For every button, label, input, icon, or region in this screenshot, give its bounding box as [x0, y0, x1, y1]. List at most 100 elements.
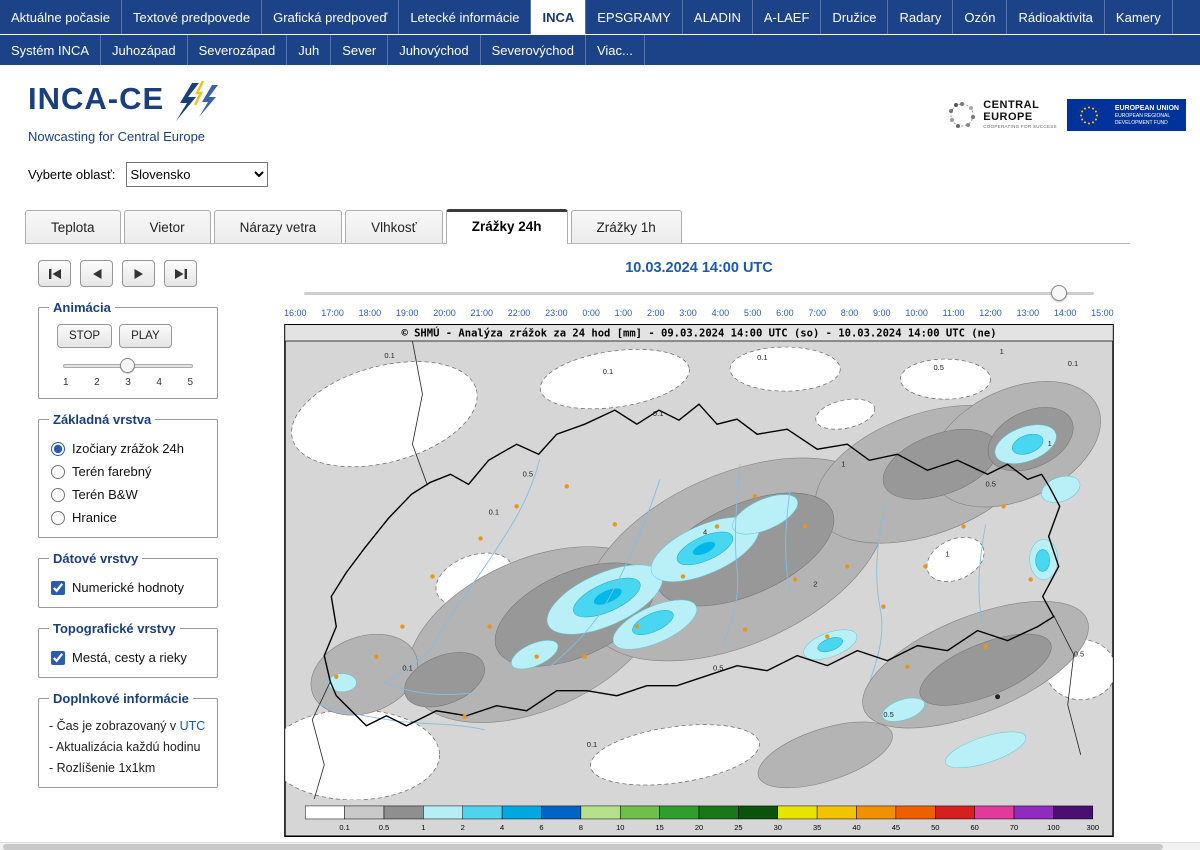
top-nav-letecke-informacie[interactable]: Letecké informácie [399, 0, 531, 34]
sub-nav-severovychod[interactable]: Severovýchod [481, 35, 586, 65]
scale-segment [345, 806, 384, 819]
sub-nav-juhozapad[interactable]: Juhozápad [101, 35, 188, 65]
next-frame-button[interactable] [122, 260, 155, 287]
scale-label: 30 [774, 823, 782, 832]
horizontal-scrollbar[interactable] [0, 842, 1200, 850]
central-europe-ring-icon [947, 100, 977, 130]
base-layer-legend: Základná vrstva [49, 412, 155, 427]
data-layer-option-numericke-hodnoty[interactable]: Numerické hodnoty [51, 580, 207, 595]
tab-vlhkost[interactable]: Vlhkosť [345, 210, 443, 243]
option-label: Terén farebný [72, 464, 152, 479]
data-layer-checkbox-numericke-hodnoty[interactable] [51, 581, 65, 595]
region-select-label: Vyberte oblasť: [28, 167, 116, 182]
play-button[interactable]: PLAY [119, 324, 172, 348]
sub-nav-viac[interactable]: Viac... [586, 35, 645, 65]
base-layer-option-teren-b-w[interactable]: Terén B&W [51, 487, 207, 502]
top-nav-aladin[interactable]: ALADIN [683, 0, 753, 34]
time-tick-labels: 16:0017:0018:0019:0020:0021:0022:0023:00… [284, 308, 1114, 318]
time-slider-handle[interactable] [1051, 285, 1067, 301]
top-nav-epsgramy[interactable]: EPSGRAMY [586, 0, 683, 34]
time-slider[interactable] [304, 284, 1094, 302]
topo-layer-checkbox-mesta-cesty-a-rieky[interactable] [51, 651, 65, 665]
time-tick-9-00: 9:00 [873, 308, 891, 318]
base-layer-radio-izociary-zrazok-24h[interactable] [51, 442, 65, 456]
tab-vietor[interactable]: Vietor [124, 210, 211, 243]
scale-segment [935, 806, 974, 819]
scale-segment [620, 806, 659, 819]
scale-segment [738, 806, 777, 819]
top-nav-radary[interactable]: Radary [888, 0, 953, 34]
base-layer-option-hranice[interactable]: Hranice [51, 510, 207, 525]
central-europe-logo: CENTRAL EUROPE COOPERATING FOR SUCCESS [947, 100, 1057, 130]
precip-value-label: 0.5 [1074, 650, 1084, 659]
option-label: Terén B&W [72, 487, 138, 502]
base-layer-option-izociary-zrazok-24h[interactable]: Izočiary zrážok 24h [51, 441, 207, 456]
precip-value-label: 0.1 [603, 367, 613, 376]
eu-stars-icon [1069, 102, 1109, 129]
topo-layer-option-mesta-cesty-a-rieky[interactable]: Mestá, cesty a rieky [51, 650, 207, 665]
scale-label: 4 [500, 823, 504, 832]
tab-teplota[interactable]: Teplota [25, 210, 121, 243]
scrollbar-thumb[interactable] [3, 844, 1163, 850]
last-frame-button[interactable] [164, 260, 197, 287]
base-layer-radio-teren-b-w[interactable] [51, 488, 65, 502]
scale-label: 0.1 [339, 823, 349, 832]
sub-nav-system-inca[interactable]: Systém INCA [0, 35, 101, 65]
info-panel: Doplnkové informácie - Čas je zobrazovan… [38, 691, 218, 788]
top-nav-radioaktivita[interactable]: Rádioaktivita [1007, 0, 1104, 34]
scale-segment [581, 806, 620, 819]
first-frame-button[interactable] [38, 260, 71, 287]
animation-speed-slider[interactable] [63, 358, 193, 374]
sub-nav-juhovychod[interactable]: Juhovýchod [388, 35, 480, 65]
sub-nav-juh[interactable]: Juh [287, 35, 331, 65]
speed-tick-labels: 12345 [63, 377, 193, 388]
base-layer-radio-hranice[interactable] [51, 511, 65, 525]
utc-link[interactable]: UTC [180, 719, 206, 733]
sub-nav-severozapad[interactable]: Severozápad [188, 35, 288, 65]
top-nav-kamery[interactable]: Kamery [1105, 0, 1173, 34]
precip-value-label: 0.5 [986, 479, 996, 488]
scale-label: 70 [1010, 823, 1018, 832]
time-tick-13-00: 13:00 [1017, 308, 1040, 318]
base-layer-radio-teren-farebny[interactable] [51, 465, 65, 479]
top-nav-aktualne-pocasie[interactable]: Aktuálne počasie [0, 0, 122, 34]
top-navigation: Aktuálne počasieTextové predpovedeGrafic… [0, 0, 1200, 34]
base-layer-options: Izočiary zrážok 24h Terén farebný Terén B&… [49, 441, 207, 525]
top-nav-textove-predpovede[interactable]: Textové predpovede [122, 0, 262, 34]
time-tick-14-00: 14:00 [1054, 308, 1077, 318]
speed-tick-3: 3 [125, 377, 131, 388]
central-europe-text: CENTRAL [983, 100, 1057, 112]
tab-zrazky-24h[interactable]: Zrážky 24h [446, 209, 568, 244]
time-tick-4-00: 4:00 [712, 308, 730, 318]
top-nav-ozon[interactable]: Ozón [953, 0, 1007, 34]
top-nav-graficka-predpoved[interactable]: Grafická predpoveď [262, 0, 399, 34]
time-tick-21-00: 21:00 [470, 308, 493, 318]
time-tick-1-00: 1:00 [615, 308, 633, 318]
time-tick-6-00: 6:00 [776, 308, 794, 318]
stop-button[interactable]: STOP [57, 324, 112, 348]
base-layer-option-teren-farebny[interactable]: Terén farebný [51, 464, 207, 479]
sub-nav-sever[interactable]: Sever [331, 35, 388, 65]
info-line: - Čas je zobrazovaný v UTC [49, 719, 207, 733]
tab-narazy-vetra[interactable]: Nárazy vetra [214, 210, 343, 243]
time-tick-0-00: 0:00 [582, 308, 600, 318]
previous-frame-button[interactable] [80, 260, 113, 287]
scale-label: 100 [1047, 823, 1060, 832]
scale-label: 35 [813, 823, 821, 832]
topo-layer-options: Mestá, cesty a rieky [49, 650, 207, 665]
scale-segment [384, 806, 423, 819]
current-time-heading: 10.03.2024 14:00 UTC [284, 260, 1114, 276]
map-title: © SHMÚ - Analýza zrážok za 24 hod [mm] -… [401, 327, 996, 340]
sub-navigation: Systém INCAJuhozápadSeverozápadJuhSeverJ… [0, 34, 1200, 65]
data-layers-panel: Dátové vrstvy Numerické hodnoty [38, 551, 218, 608]
speed-slider-handle[interactable] [120, 358, 135, 373]
time-tick-12-00: 12:00 [979, 308, 1002, 318]
top-nav-druzice[interactable]: Družice [821, 0, 888, 34]
top-nav-inca[interactable]: INCA [531, 0, 586, 34]
region-select[interactable]: Slovensko [126, 162, 268, 187]
scale-label: 10 [616, 823, 624, 832]
top-nav-a-laef[interactable]: A-LAEF [753, 0, 822, 34]
time-tick-17-00: 17:00 [321, 308, 344, 318]
tab-zrazky-1h[interactable]: Zrážky 1h [571, 210, 682, 243]
precip-value-label: 0.1 [384, 351, 394, 360]
